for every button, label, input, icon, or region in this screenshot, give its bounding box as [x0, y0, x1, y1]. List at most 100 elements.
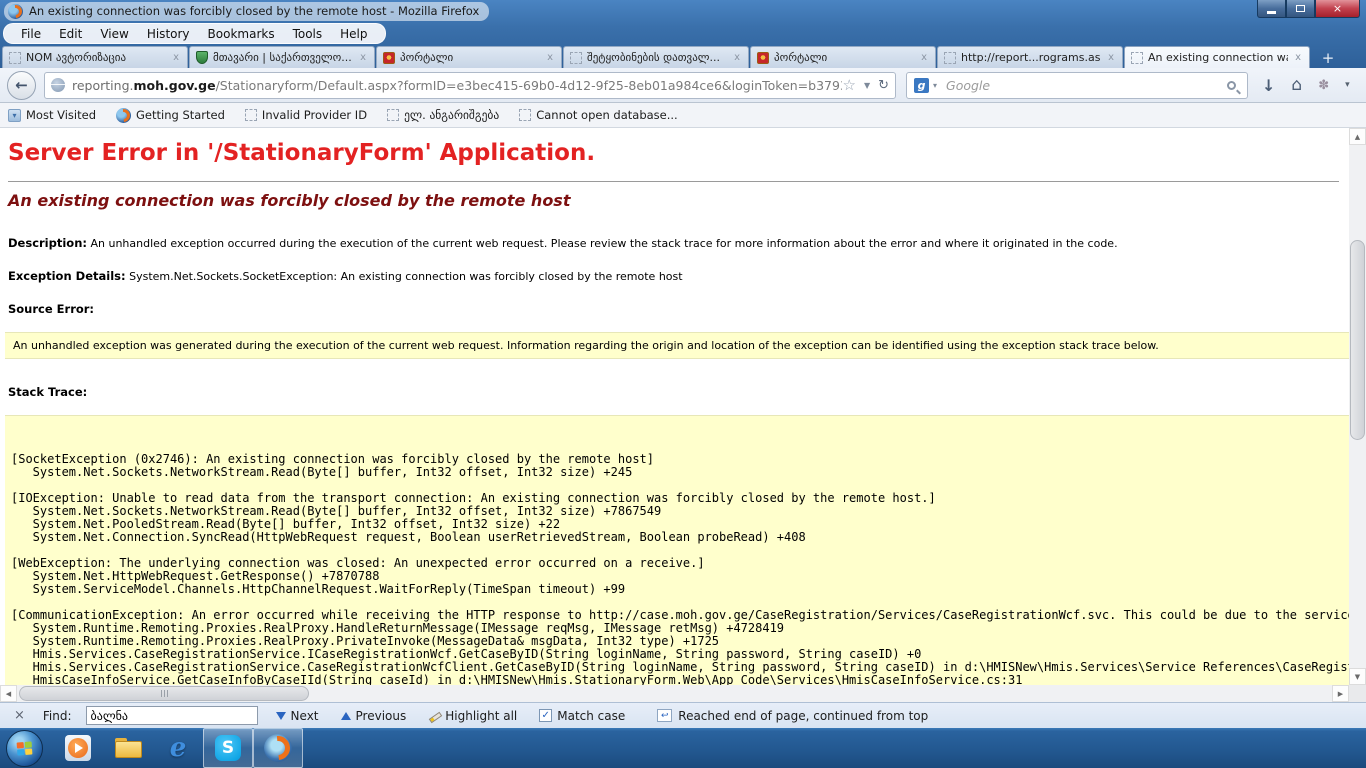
- find-input[interactable]: ბალნა: [86, 706, 258, 725]
- divider: [8, 181, 1339, 182]
- menu-history[interactable]: History: [138, 25, 199, 43]
- coat-of-arms-favicon: [383, 52, 395, 64]
- most-visited-folder-icon: ▾: [8, 109, 21, 122]
- match-case-checkbox[interactable]: ✓: [539, 709, 552, 722]
- tab-report-programs[interactable]: http://report...rograms.aspx x: [937, 46, 1123, 68]
- back-button[interactable]: ←: [7, 71, 36, 100]
- tab-error-page-active[interactable]: An existing connection wa... x: [1124, 46, 1310, 68]
- tab-close-icon[interactable]: x: [545, 52, 555, 63]
- tab-portal-1[interactable]: პორტალი x: [376, 46, 562, 68]
- scroll-left-arrow[interactable]: ◀: [0, 685, 17, 702]
- url-dropdown-icon[interactable]: ▼: [864, 81, 870, 90]
- new-tab-button[interactable]: +: [1314, 48, 1342, 68]
- menu-file[interactable]: File: [12, 25, 50, 43]
- tab-close-icon[interactable]: x: [919, 52, 929, 63]
- menu-tools[interactable]: Tools: [284, 25, 332, 43]
- urlbar-icons: ☆ ▼ ↻: [842, 76, 889, 94]
- scroll-down-arrow[interactable]: ▼: [1349, 668, 1366, 685]
- firefox-icon: [116, 108, 131, 123]
- close-icon: ×: [1333, 2, 1342, 15]
- horizontal-scroll-thumb[interactable]: [19, 686, 309, 701]
- folder-icon: [115, 738, 142, 758]
- minimize-button[interactable]: [1257, 0, 1286, 18]
- bookmark-getting-started[interactable]: Getting Started: [116, 108, 225, 123]
- taskbar-media-player[interactable]: [53, 728, 103, 768]
- toolbar-buttons: ↓ ⌂ ✽ ▾: [1262, 75, 1350, 95]
- scroll-up-arrow[interactable]: ▲: [1349, 128, 1366, 145]
- search-placeholder[interactable]: Google: [946, 78, 1227, 93]
- url-text[interactable]: reporting.moh.gov.ge/Stationaryform/Defa…: [72, 78, 842, 93]
- taskbar-explorer[interactable]: [103, 728, 153, 768]
- description-label: Description:: [8, 236, 87, 250]
- tab-close-icon[interactable]: x: [732, 52, 742, 63]
- tab-close-icon[interactable]: x: [358, 52, 368, 63]
- addon-icon[interactable]: ✽: [1318, 78, 1329, 93]
- toolbar-overflow-icon[interactable]: ▾: [1345, 80, 1350, 90]
- skype-icon: S: [215, 735, 241, 761]
- vertical-scrollbar[interactable]: ▲ ▼: [1349, 128, 1366, 685]
- bookmark-label: ელ. ანგარიშგება: [404, 108, 499, 122]
- minimize-icon: [1267, 11, 1276, 14]
- search-bar[interactable]: g ▾ Google: [906, 72, 1248, 99]
- exception-details-label: Exception Details:: [8, 269, 126, 283]
- stack-trace-label: Stack Trace:: [8, 385, 1349, 399]
- home-icon[interactable]: ⌂: [1291, 75, 1302, 95]
- placeholder-favicon: [570, 52, 582, 64]
- tab-label: An existing connection wa...: [1148, 51, 1288, 64]
- tab-label: მთავარი | საქართველო...: [213, 51, 353, 64]
- vertical-scroll-thumb[interactable]: [1350, 240, 1365, 440]
- menu-pill: File Edit View History Bookmarks Tools H…: [3, 23, 386, 44]
- titlebar[interactable]: An existing connection was forcibly clos…: [0, 0, 1366, 22]
- maximize-button[interactable]: [1286, 0, 1315, 18]
- placeholder-favicon: [387, 109, 399, 121]
- tab-close-icon[interactable]: x: [1106, 52, 1116, 63]
- taskbar-skype-running[interactable]: S: [203, 728, 253, 768]
- highlight-all-button[interactable]: Highlight all: [424, 707, 521, 725]
- exception-details-line: Exception Details: System.Net.Sockets.So…: [8, 269, 1349, 283]
- tab-notifications[interactable]: შეტყობინების დათვალ... x: [563, 46, 749, 68]
- horizontal-scrollbar[interactable]: ◀ ▶: [0, 685, 1349, 702]
- url-bar[interactable]: reporting.moh.gov.ge/Stationaryform/Defa…: [44, 72, 896, 99]
- menu-view[interactable]: View: [91, 25, 137, 43]
- page-title: Server Error in '/StationaryForm' Applic…: [8, 140, 1349, 166]
- downloads-icon[interactable]: ↓: [1262, 76, 1275, 95]
- bookmarks-toolbar: ▾ Most Visited Getting Started Invalid P…: [0, 103, 1366, 128]
- tab-main-georgia[interactable]: მთავარი | საქართველო... x: [189, 46, 375, 68]
- bookmark-invalid-provider[interactable]: Invalid Provider ID: [245, 108, 367, 122]
- scroll-right-arrow[interactable]: ▶: [1332, 685, 1349, 702]
- tab-close-icon[interactable]: x: [1293, 52, 1303, 63]
- window-chrome: An existing connection was forcibly clos…: [0, 0, 1366, 68]
- error-subtitle: An existing connection was forcibly clos…: [8, 191, 1349, 210]
- menu-help[interactable]: Help: [331, 25, 376, 43]
- windows-taskbar: e S KA ▲ x: [0, 728, 1366, 768]
- bookmark-cannot-open-database[interactable]: Cannot open database...: [519, 108, 678, 122]
- find-next-button[interactable]: Next: [272, 707, 323, 725]
- find-previous-button[interactable]: Previous: [337, 707, 411, 725]
- find-close-icon[interactable]: ×: [10, 708, 29, 723]
- search-icon[interactable]: [1227, 81, 1236, 90]
- tab-close-icon[interactable]: x: [171, 52, 181, 63]
- menu-bookmarks[interactable]: Bookmarks: [199, 25, 284, 43]
- tab-label: პორტალი: [774, 51, 914, 64]
- bookmark-e-reporting[interactable]: ელ. ანგარიშგება: [387, 108, 499, 122]
- bookmark-most-visited[interactable]: ▾ Most Visited: [8, 108, 96, 122]
- find-label: Find:: [43, 709, 72, 723]
- tab-nom-authorization[interactable]: NOM ავტორიზაცია x: [2, 46, 188, 68]
- engine-dropdown-icon[interactable]: ▾: [933, 81, 937, 90]
- firefox-window: An existing connection was forcibly clos…: [0, 0, 1366, 768]
- close-button[interactable]: ×: [1315, 0, 1360, 18]
- pinned-apps: e S: [53, 728, 303, 768]
- start-button[interactable]: [6, 730, 43, 767]
- taskbar-internet-explorer[interactable]: e: [153, 728, 203, 768]
- highlighter-icon: [428, 710, 440, 722]
- find-status-text: Reached end of page, continued from top: [678, 709, 928, 723]
- taskbar-firefox-running[interactable]: [253, 728, 303, 768]
- tab-portal-2[interactable]: პორტალი x: [750, 46, 936, 68]
- coat-of-arms-favicon: [757, 52, 769, 64]
- maximize-icon: [1296, 5, 1305, 12]
- reload-icon[interactable]: ↻: [878, 78, 889, 93]
- bookmark-star-icon[interactable]: ☆: [842, 76, 855, 94]
- google-engine-icon[interactable]: g: [914, 78, 929, 93]
- menu-edit[interactable]: Edit: [50, 25, 91, 43]
- match-case-toggle[interactable]: ✓ Match case: [535, 707, 629, 725]
